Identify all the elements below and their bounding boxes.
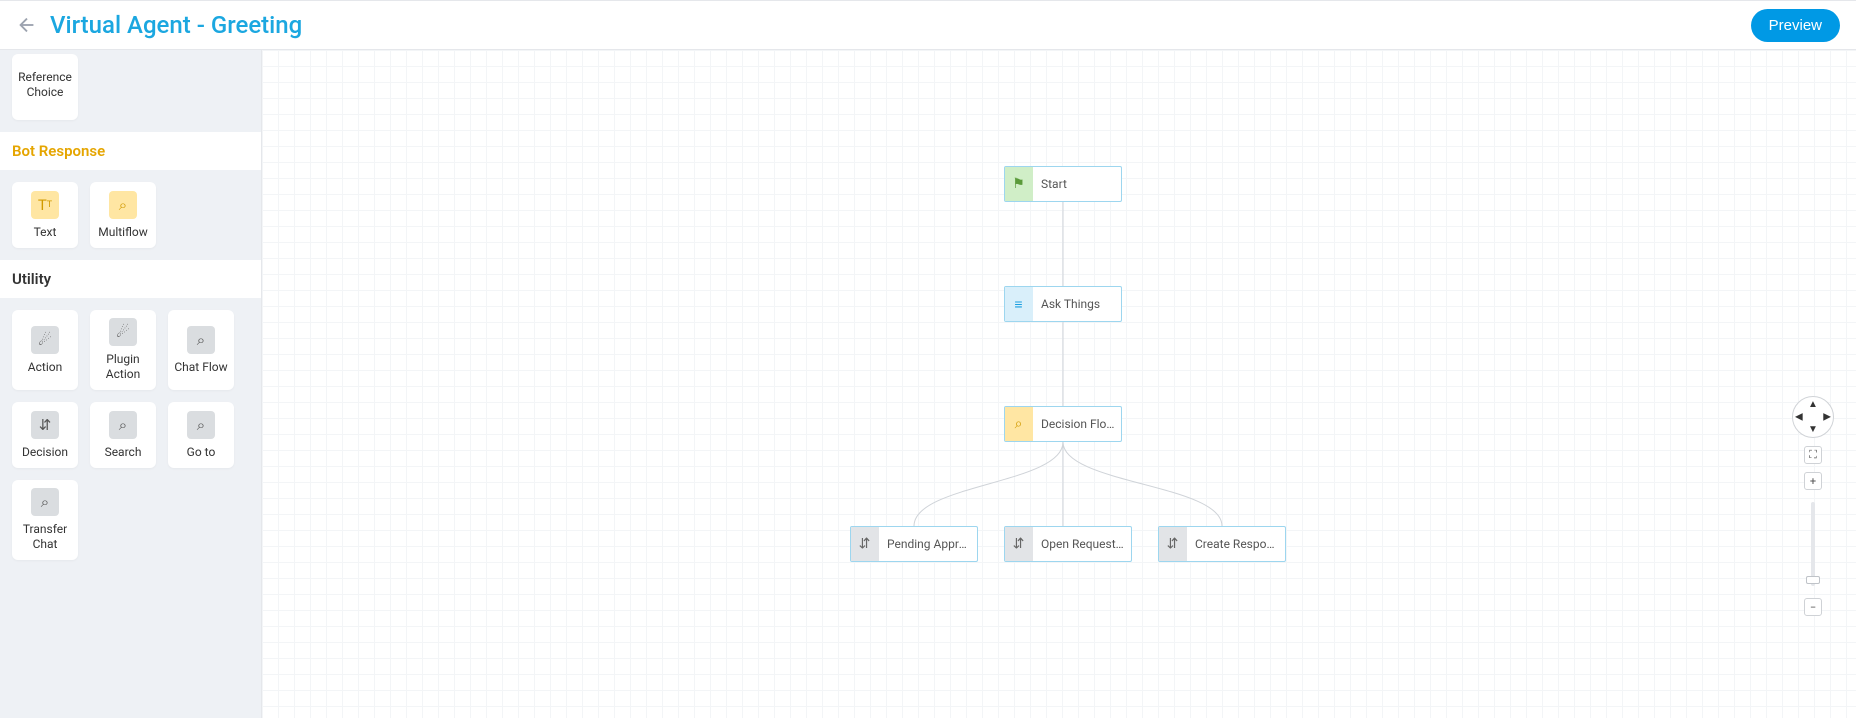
text-icon: TT [31,191,59,219]
branch-icon: ⇵ [31,411,59,439]
main-layout: Reference Choice Bot Response TT Text ⌕ … [0,50,1856,718]
palette-item-go-to[interactable]: ⌕ Go to [168,402,234,468]
pan-compass[interactable]: ▲ ▼ ◀ ▶ [1792,396,1834,438]
zoom-thumb[interactable] [1806,576,1820,584]
palette-label: Reference Choice [16,70,74,100]
palette-item-text[interactable]: TT Text [12,182,78,248]
back-icon[interactable] [16,14,38,36]
palette-item-plugin-action[interactable]: ☄ Plugin Action [90,310,156,390]
canvas-nav-controls: ▲ ▼ ◀ ▶ ⛶ + − [1792,396,1834,616]
search-icon: ⌕ [1005,407,1033,441]
palette-label: Text [34,225,57,240]
palette-label: Action [28,360,62,375]
zoom-out-button[interactable]: − [1804,598,1822,616]
palette-item-search[interactable]: ⌕ Search [90,402,156,468]
branch-icon: ⇵ [1159,527,1187,561]
node-palette: Reference Choice Bot Response TT Text ⌕ … [0,50,262,718]
app-header: Virtual Agent - Greeting Preview [0,0,1856,50]
palette-item-action[interactable]: ☄ Action [12,310,78,390]
preview-button[interactable]: Preview [1751,9,1840,42]
section-header-utility: Utility [0,260,261,298]
flow-node-ask-things[interactable]: ≡ Ask Things [1004,286,1122,322]
palette-label: Go to [187,445,216,460]
flow-edges [262,50,1856,718]
flag-icon: ⚑ [1005,167,1033,201]
palette-bot-response: TT Text ⌕ Multiflow [0,170,261,260]
node-label: Open Request Flow [1033,537,1131,551]
flow-node-start[interactable]: ⚑ Start [1004,166,1122,202]
flow-node-create-response-flow[interactable]: ⇵ Create Response Fl… [1158,526,1286,562]
palette-label: Transfer Chat [16,522,74,552]
search-icon: ⌕ [187,411,215,439]
flow-node-decision-flow[interactable]: ⌕ Decision Flow [1004,406,1122,442]
search-icon: ⌕ [109,411,137,439]
chevron-right-icon: ▶ [1823,412,1831,423]
palette-item-chat-flow[interactable]: ⌕ Chat Flow [168,310,234,390]
palette-item-multiflow[interactable]: ⌕ Multiflow [90,182,156,248]
chevron-down-icon: ▼ [1808,424,1818,435]
action-icon: ☄ [31,326,59,354]
palette-item-reference-choice[interactable]: Reference Choice [12,54,78,120]
plugin-icon: ☄ [109,318,137,346]
palette-label: Decision [22,445,68,460]
node-label: Ask Things [1033,297,1121,311]
page-title: Virtual Agent - Greeting [50,11,302,39]
palette-item-decision[interactable]: ⇵ Decision [12,402,78,468]
search-icon: ⌕ [109,191,137,219]
palette-item-transfer-chat[interactable]: ⌕ Transfer Chat [12,480,78,560]
header-left: Virtual Agent - Greeting [16,11,302,39]
node-label: Create Response Fl… [1187,537,1285,551]
palette-top: Reference Choice [0,50,261,132]
zoom-slider[interactable] [1811,502,1815,586]
chevron-left-icon: ◀ [1795,412,1803,423]
palette-label: Plugin Action [94,352,152,382]
search-icon: ⌕ [187,326,215,354]
node-label: Decision Flow [1033,417,1121,431]
list-icon: ≡ [1005,287,1033,321]
flow-node-open-request-flow[interactable]: ⇵ Open Request Flow [1004,526,1132,562]
flow-canvas[interactable]: ⚑ Start ≡ Ask Things ⌕ Decision Flow ⇵ P… [262,50,1856,718]
palette-utility: ☄ Action ☄ Plugin Action ⌕ Chat Flow ⇵ D… [0,298,261,572]
palette-label: Multiflow [98,225,148,240]
branch-icon: ⇵ [1005,527,1033,561]
branch-icon: ⇵ [851,527,879,561]
palette-label: Search [105,445,142,460]
section-header-bot-response: Bot Response [0,132,261,170]
chevron-up-icon: ▲ [1808,399,1818,410]
flow-node-pending-approval[interactable]: ⇵ Pending Approval [850,526,978,562]
fit-to-screen-button[interactable]: ⛶ [1804,446,1822,464]
palette-label: Chat Flow [174,360,227,375]
zoom-in-button[interactable]: + [1804,472,1822,490]
node-label: Pending Approval [879,537,977,551]
node-label: Start [1033,177,1121,191]
search-icon: ⌕ [31,488,59,516]
